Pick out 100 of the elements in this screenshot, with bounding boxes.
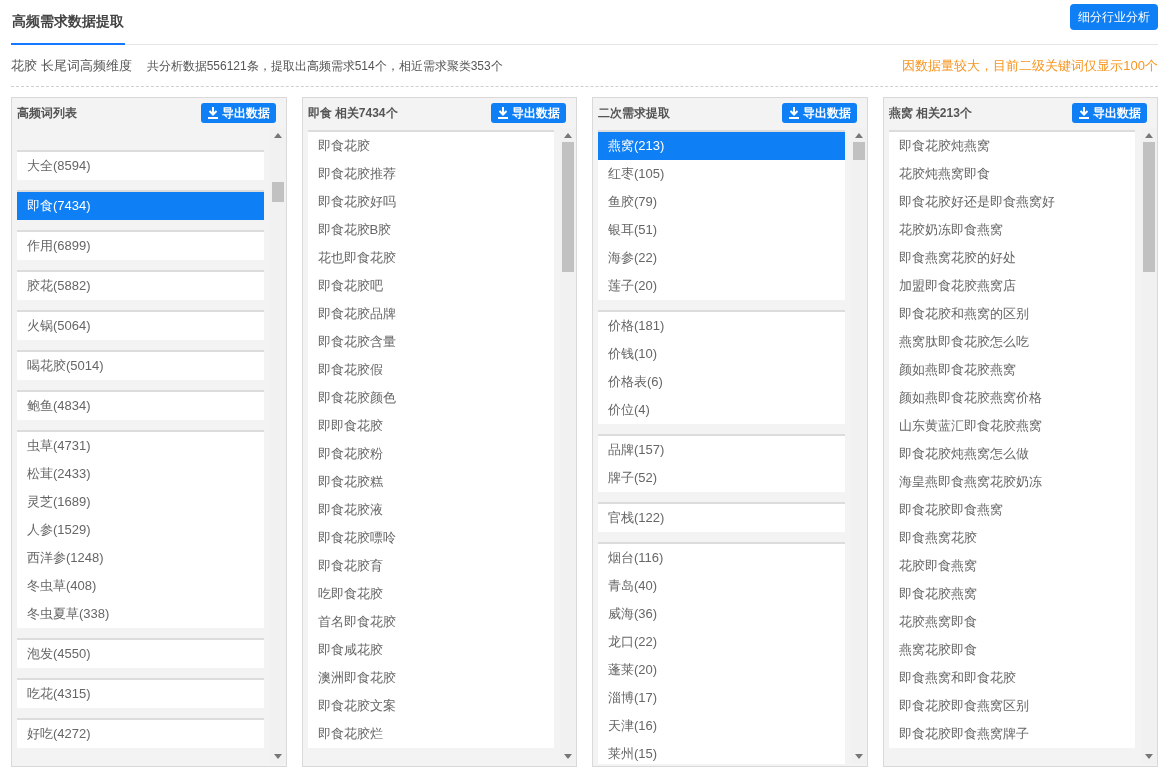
- list-item[interactable]: 即食花胶推荐: [307, 160, 554, 188]
- list-item[interactable]: 红枣(105): [598, 160, 845, 188]
- list-item[interactable]: 即食花胶即食燕窝: [888, 496, 1135, 524]
- list-item[interactable]: 银耳(51): [598, 216, 845, 244]
- list-item[interactable]: 即食花胶好还是即食燕窝好: [888, 188, 1135, 216]
- export-button[interactable]: 导出数据: [491, 103, 566, 123]
- list-item[interactable]: 火锅(5064): [17, 312, 264, 340]
- list-item[interactable]: 颜如燕即食花胶燕窝价格: [888, 384, 1135, 412]
- list-item[interactable]: 即食花胶烂: [307, 720, 554, 748]
- download-icon: [787, 107, 800, 119]
- list-item[interactable]: 牌子(52): [598, 464, 845, 492]
- industry-analysis-button[interactable]: 细分行业分析: [1070, 4, 1158, 30]
- export-button[interactable]: 导出数据: [781, 103, 857, 123]
- list-item[interactable]: 龙口(22): [598, 628, 845, 656]
- list-item[interactable]: 松茸(2433): [17, 460, 264, 488]
- list-item[interactable]: 青岛(40): [598, 572, 845, 600]
- list-item[interactable]: 海参(22): [598, 244, 845, 272]
- list-item[interactable]: 即食花胶B胶: [307, 216, 554, 244]
- export-button[interactable]: 导出数据: [1072, 103, 1147, 123]
- export-button[interactable]: 导出数据: [200, 103, 276, 123]
- list-item[interactable]: 品牌(157): [598, 436, 845, 464]
- list-item[interactable]: 花胶炖燕窝即食: [888, 160, 1135, 188]
- list-item[interactable]: 即食花胶颜色: [307, 384, 554, 412]
- scrollbar-thumb[interactable]: [271, 182, 284, 202]
- list-item[interactable]: 冬虫夏草(338): [17, 600, 264, 628]
- list-item[interactable]: 虫草(4731): [17, 432, 264, 460]
- list-item[interactable]: 作用(6899): [17, 232, 264, 260]
- list-item[interactable]: 花胶奶冻即食燕窝: [888, 216, 1135, 244]
- list-item[interactable]: 即食花胶粉: [307, 440, 554, 468]
- list-item[interactable]: 冬虫草(408): [17, 572, 264, 600]
- list-item[interactable]: 即食花胶炖燕窝怎么做: [888, 440, 1135, 468]
- list-item[interactable]: 莲子(20): [598, 272, 845, 300]
- scroll-down-icon[interactable]: [273, 754, 282, 759]
- list-item[interactable]: 大全(8594): [17, 152, 264, 180]
- list-item[interactable]: 即食花胶糕: [307, 468, 554, 496]
- list-item[interactable]: 烟台(116): [598, 544, 845, 572]
- list-item[interactable]: 即食花胶即食燕窝区别: [888, 692, 1135, 720]
- scrollbar-thumb[interactable]: [1143, 142, 1155, 272]
- list-item[interactable]: 即食花胶液: [307, 496, 554, 524]
- list-item[interactable]: 即食燕窝花胶的好处: [888, 244, 1135, 272]
- list-item[interactable]: 燕窝肽即食花胶怎么吃: [888, 328, 1135, 356]
- list-item[interactable]: 吃花(4315): [17, 680, 264, 708]
- list-item[interactable]: 颜如燕即食花胶燕窝: [888, 356, 1135, 384]
- list-item[interactable]: 淄博(17): [598, 684, 845, 712]
- list-item[interactable]: 燕窝花胶即食: [888, 636, 1135, 664]
- list-item[interactable]: 首名即食花胶: [307, 608, 554, 636]
- list-item[interactable]: 鱼胶(79): [598, 188, 845, 216]
- list-item[interactable]: 即食花胶品牌: [307, 300, 554, 328]
- list-item[interactable]: 花胶即食燕窝: [888, 552, 1135, 580]
- scroll-down-icon[interactable]: [854, 754, 863, 759]
- list-item[interactable]: 即食花胶好吗: [307, 188, 554, 216]
- list-item[interactable]: 即食咸花胶: [307, 636, 554, 664]
- list-item[interactable]: 蓬莱(20): [598, 656, 845, 684]
- list-item[interactable]: 天津(16): [598, 712, 845, 740]
- list-item[interactable]: 鲍鱼(4834): [17, 392, 264, 420]
- scroll-down-icon[interactable]: [1145, 754, 1153, 759]
- scroll-up-icon[interactable]: [273, 133, 282, 138]
- list-item[interactable]: 即食花胶含量: [307, 328, 554, 356]
- list-item[interactable]: 胶花(5882): [17, 272, 264, 300]
- list-item[interactable]: 花胶燕窝即食: [888, 608, 1135, 636]
- list-item[interactable]: 即食花胶即食燕窝牌子: [888, 720, 1135, 748]
- scrollbar-thumb[interactable]: [562, 142, 574, 272]
- list-item[interactable]: 莱州(15): [598, 740, 845, 764]
- list-item[interactable]: 泡发(4550): [17, 640, 264, 668]
- list-item[interactable]: 即食燕窝花胶: [888, 524, 1135, 552]
- list-item[interactable]: 价位(4): [598, 396, 845, 424]
- list-item[interactable]: 海皇燕即食燕窝花胶奶冻: [888, 468, 1135, 496]
- list-item[interactable]: 价格(181): [598, 312, 845, 340]
- list-item[interactable]: 人参(1529): [17, 516, 264, 544]
- list-item[interactable]: 即即食花胶: [307, 412, 554, 440]
- list-item[interactable]: 西洋参(1248): [17, 544, 264, 572]
- list-item[interactable]: 山东黄蓝汇即食花胶燕窝: [888, 412, 1135, 440]
- list-item[interactable]: 燕窝(213): [598, 132, 845, 160]
- list-item[interactable]: 即食花胶: [307, 132, 554, 160]
- list-item[interactable]: 加盟即食花胶燕窝店: [888, 272, 1135, 300]
- list-item[interactable]: 灵芝(1689): [17, 488, 264, 516]
- list-item[interactable]: 即食花胶和燕窝的区别: [888, 300, 1135, 328]
- list-item[interactable]: 好吃(4272): [17, 720, 264, 748]
- list-item[interactable]: 即食花胶燕窝: [888, 580, 1135, 608]
- scrollbar-thumb[interactable]: [852, 142, 865, 160]
- scroll-up-icon[interactable]: [854, 133, 863, 138]
- scroll-up-icon[interactable]: [1145, 133, 1153, 138]
- list-item[interactable]: 澳洲即食花胶: [307, 664, 554, 692]
- list-item[interactable]: 即食花胶吧: [307, 272, 554, 300]
- list-item[interactable]: 威海(36): [598, 600, 845, 628]
- list-item[interactable]: 吃即食花胶: [307, 580, 554, 608]
- list-item[interactable]: 即食花胶嘌呤: [307, 524, 554, 552]
- list-item[interactable]: 价钱(10): [598, 340, 845, 368]
- list-item[interactable]: 即食(7434): [17, 192, 264, 220]
- scroll-down-icon[interactable]: [564, 754, 572, 759]
- scroll-up-icon[interactable]: [564, 133, 572, 138]
- list-item[interactable]: 即食燕窝和即食花胶: [888, 664, 1135, 692]
- list-item[interactable]: 花也即食花胶: [307, 244, 554, 272]
- list-item[interactable]: 官栈(122): [598, 504, 845, 532]
- list-item[interactable]: 喝花胶(5014): [17, 352, 264, 380]
- list-item[interactable]: 即食花胶假: [307, 356, 554, 384]
- list-item[interactable]: 即食花胶炖燕窝: [888, 132, 1135, 160]
- list-item[interactable]: 价格表(6): [598, 368, 845, 396]
- list-item[interactable]: 即食花胶文案: [307, 692, 554, 720]
- list-item[interactable]: 即食花胶育: [307, 552, 554, 580]
